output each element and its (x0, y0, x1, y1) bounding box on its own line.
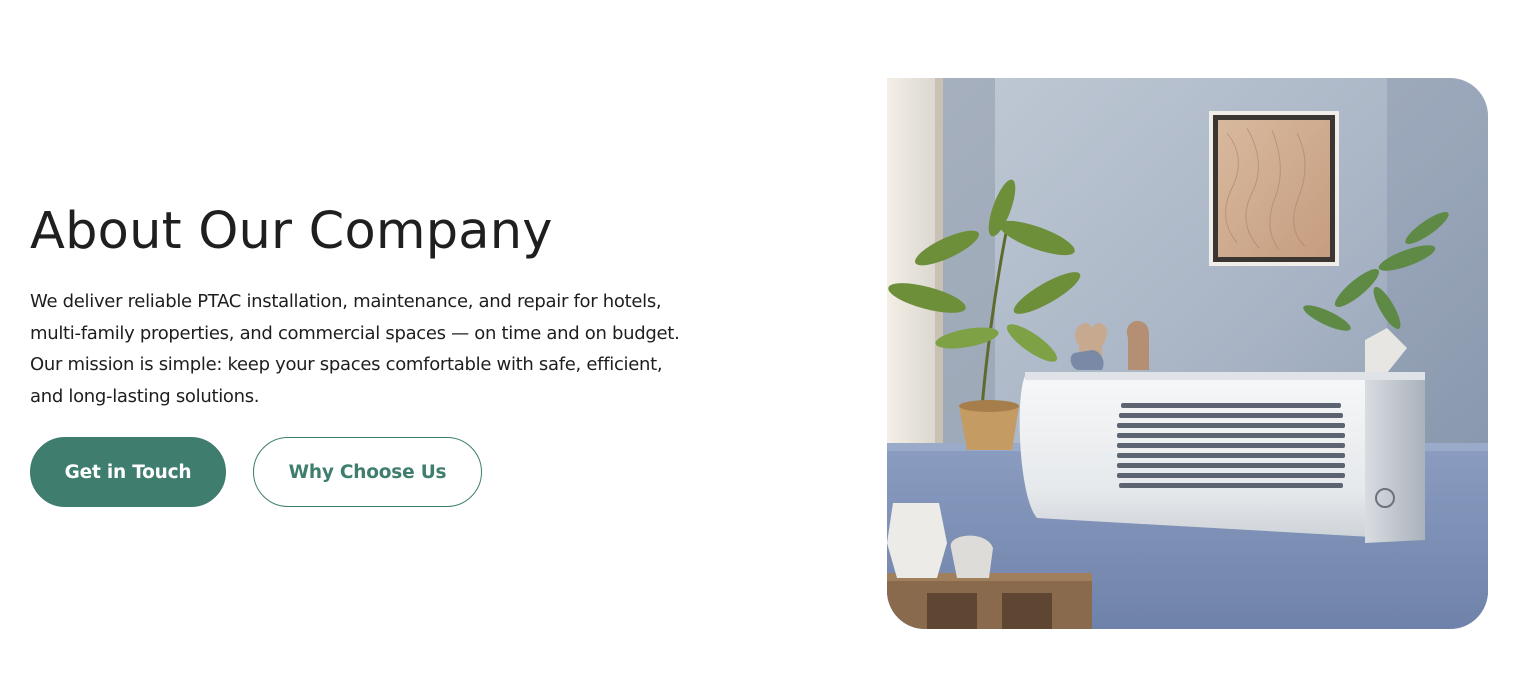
ptac-illustration (887, 78, 1488, 629)
page-title: About Our Company (30, 202, 553, 261)
ptac-unit-photo (887, 78, 1488, 629)
about-section: About Our Company We deliver reliable PT… (30, 190, 790, 412)
cta-group: Get in Touch Why Choose Us (30, 437, 482, 507)
description-line: and long-lasting solutions. (30, 385, 260, 407)
get-in-touch-button[interactable]: Get in Touch (30, 437, 226, 507)
why-choose-us-button[interactable]: Why Choose Us (253, 437, 482, 507)
about-description: We deliver reliable PTAC installation, m… (30, 286, 760, 412)
description-line: We deliver reliable PTAC installation, m… (30, 291, 662, 312)
description-line: multi-family properties, and commercial … (30, 322, 680, 344)
description-line: Our mission is simple: keep your spaces … (30, 354, 663, 375)
